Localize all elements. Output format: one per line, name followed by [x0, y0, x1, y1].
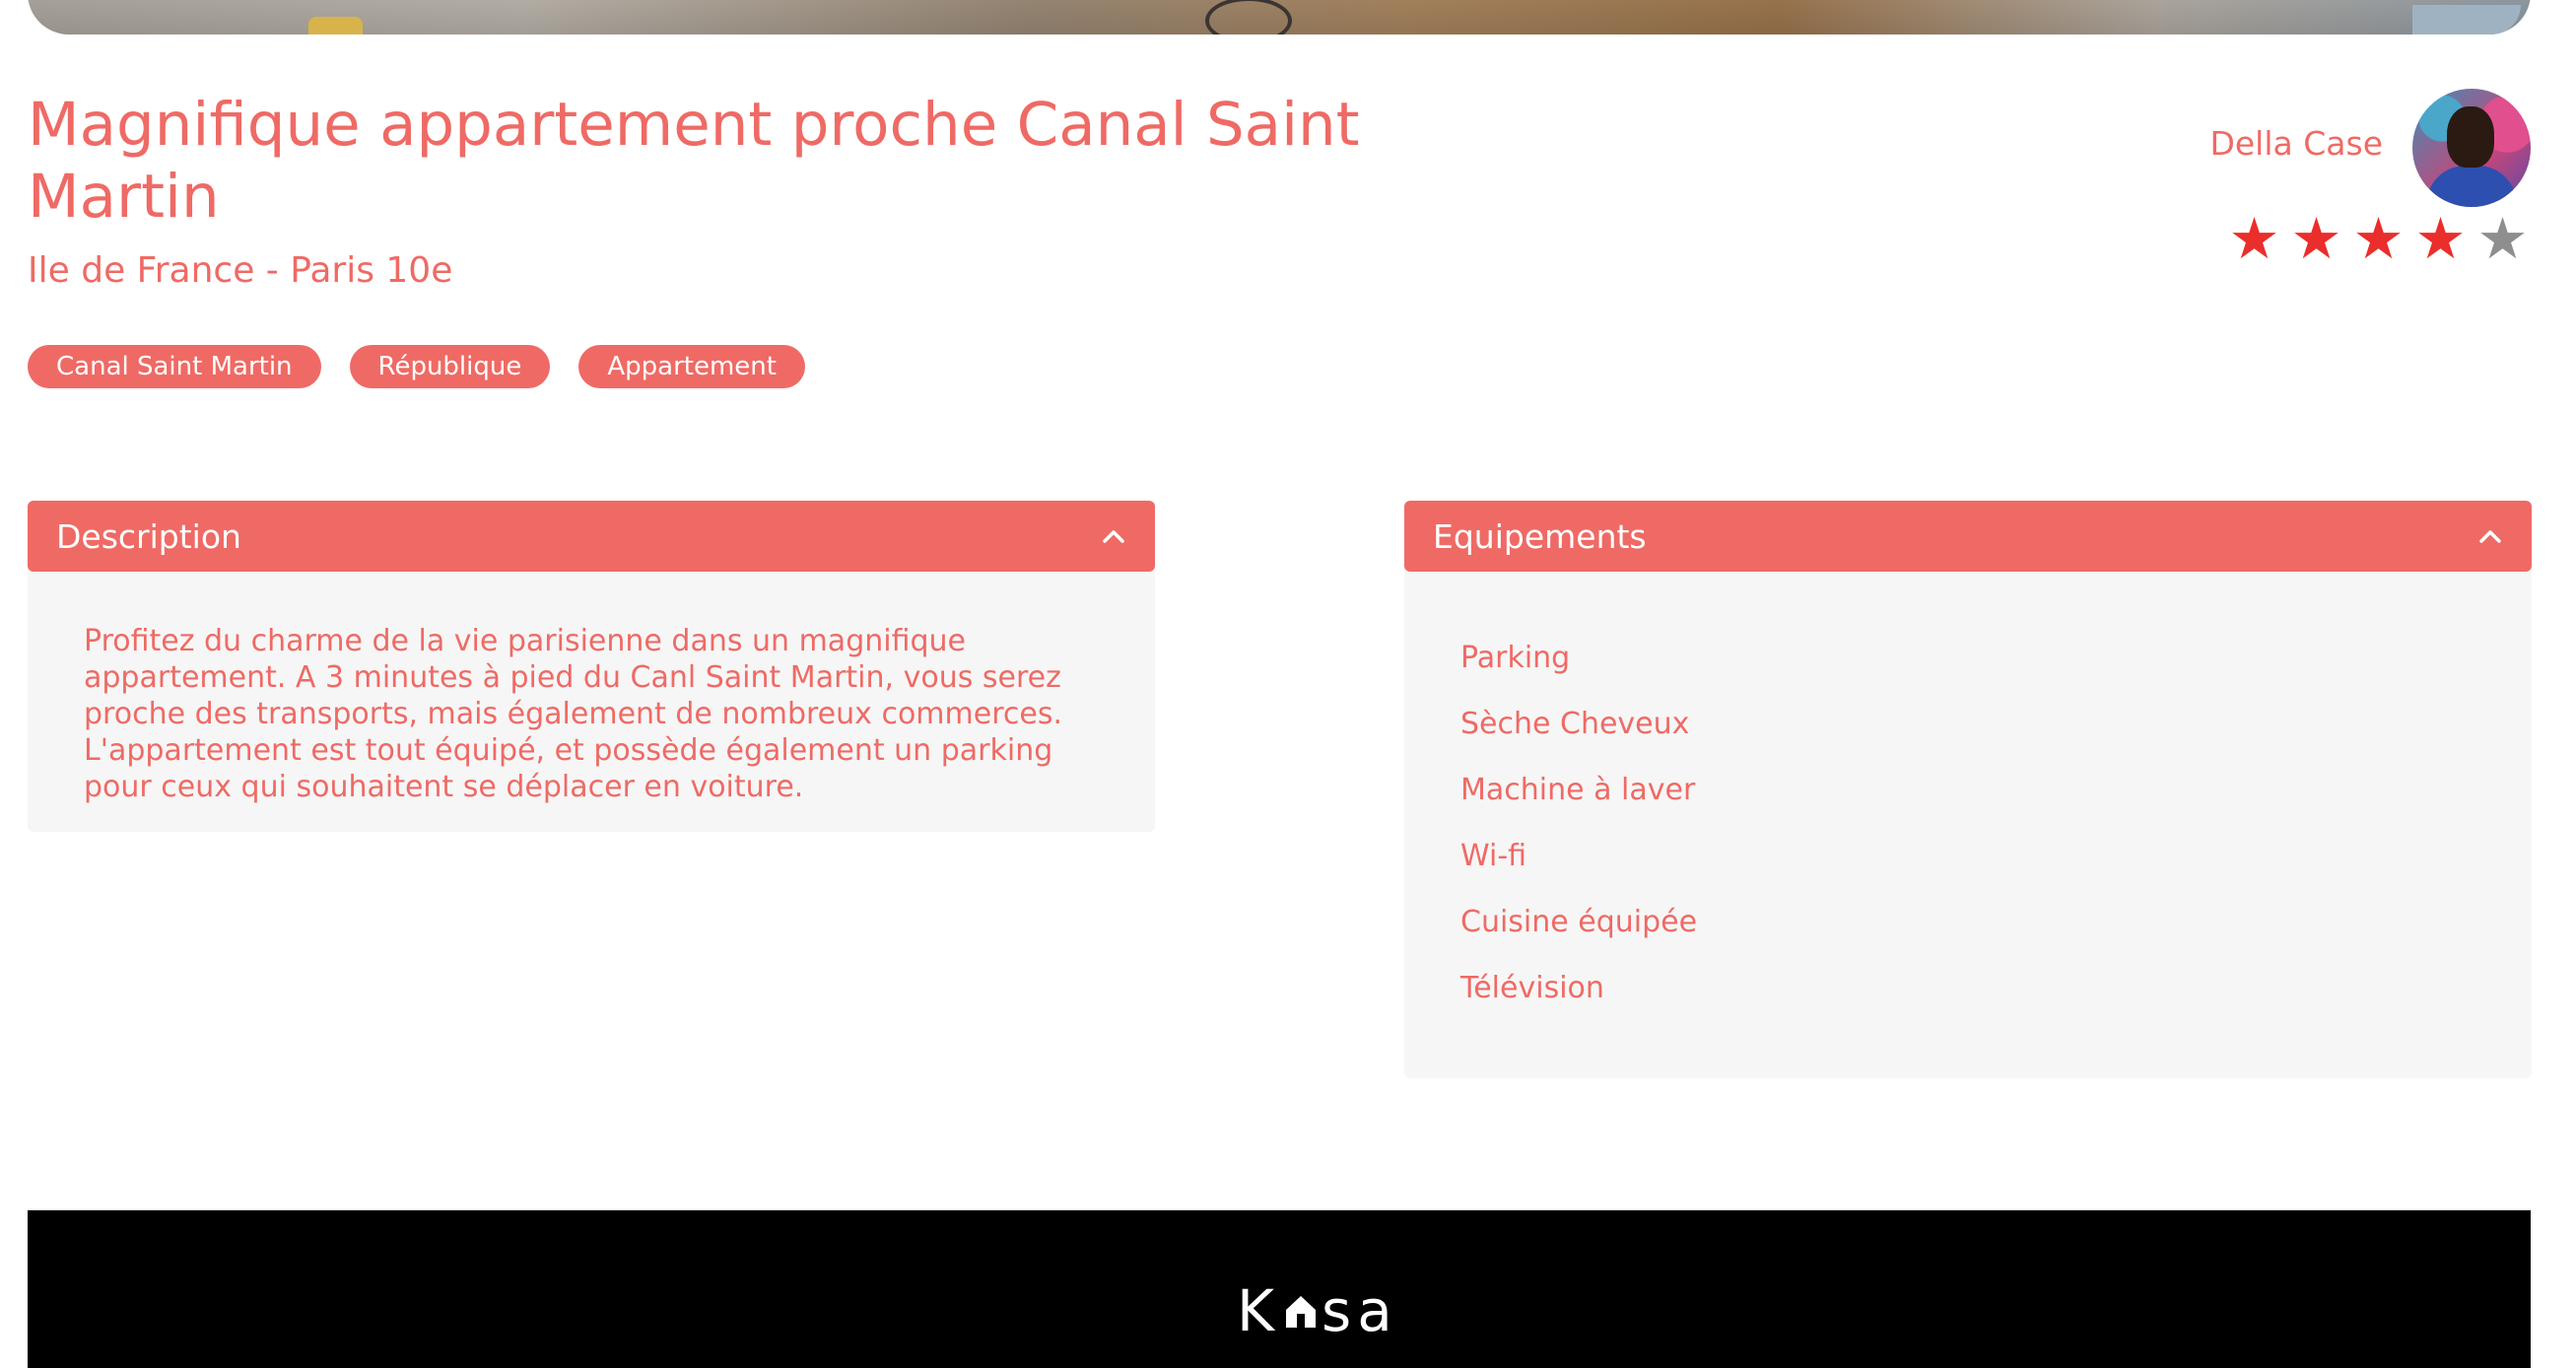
equipment-list: Parking Sèche Cheveux Machine à laver Wi… — [1404, 566, 2532, 1035]
host-name: Della Case — [2209, 124, 2383, 163]
logo-text-left: K — [1237, 1277, 1281, 1344]
description-toggle[interactable]: Description — [28, 501, 1155, 572]
star-icon: ★ — [2476, 205, 2529, 272]
tag-list: Canal Saint Martin République Appartemen… — [28, 345, 834, 388]
description-text: Profitez du charme de la vie parisienne … — [84, 624, 1062, 804]
equipment-item: Cuisine équipée — [1460, 905, 1698, 939]
chevron-up-icon[interactable] — [1100, 522, 1127, 550]
cover-photo — [28, 0, 2531, 34]
equipment-item: Machine à laver — [1460, 773, 1696, 807]
equipments-toggle[interactable]: Equipements — [1404, 501, 2532, 572]
equipments-body: Parking Sèche Cheveux Machine à laver Wi… — [1404, 566, 2532, 1078]
tag: Appartement — [578, 345, 805, 388]
star-icon: ★ — [2414, 205, 2467, 272]
kasa-logo[interactable]: K sa — [1237, 1277, 1398, 1344]
listing-location: Ile de France - Paris 10e — [28, 250, 453, 291]
host-avatar — [2412, 89, 2531, 207]
logo-text-right: sa — [1322, 1277, 1398, 1344]
equipment-item: Parking — [1460, 641, 1571, 675]
equipment-item: Télévision — [1460, 971, 1604, 1005]
equipment-item: Sèche Cheveux — [1460, 707, 1690, 741]
chevron-up-icon[interactable] — [2476, 522, 2504, 550]
equipments-title: Equipements — [1433, 516, 1647, 556]
description-title: Description — [56, 516, 241, 556]
listing-title: Magnifique appartement proche Canal Sain… — [28, 90, 1360, 232]
footer: K sa — [28, 1210, 2531, 1368]
house-icon — [1286, 1296, 1317, 1328]
star-icon: ★ — [2228, 205, 2280, 272]
description-collapse: Description Profitez du charme de la vie… — [28, 501, 1155, 832]
tag: République — [349, 345, 551, 388]
star-icon: ★ — [2290, 205, 2342, 272]
equipments-collapse: Equipements Parking Sèche Cheveux Machin… — [1404, 501, 2532, 1078]
host-info: Della Case ★ ★ ★ ★ ★ — [2196, 89, 2531, 286]
star-icon: ★ — [2352, 205, 2405, 272]
description-body: Profitez du charme de la vie parisienne … — [28, 566, 1155, 832]
tag: Canal Saint Martin — [28, 345, 321, 388]
equipment-item: Wi-fi — [1460, 839, 1527, 873]
rating: ★ ★ ★ ★ ★ — [2220, 207, 2531, 270]
